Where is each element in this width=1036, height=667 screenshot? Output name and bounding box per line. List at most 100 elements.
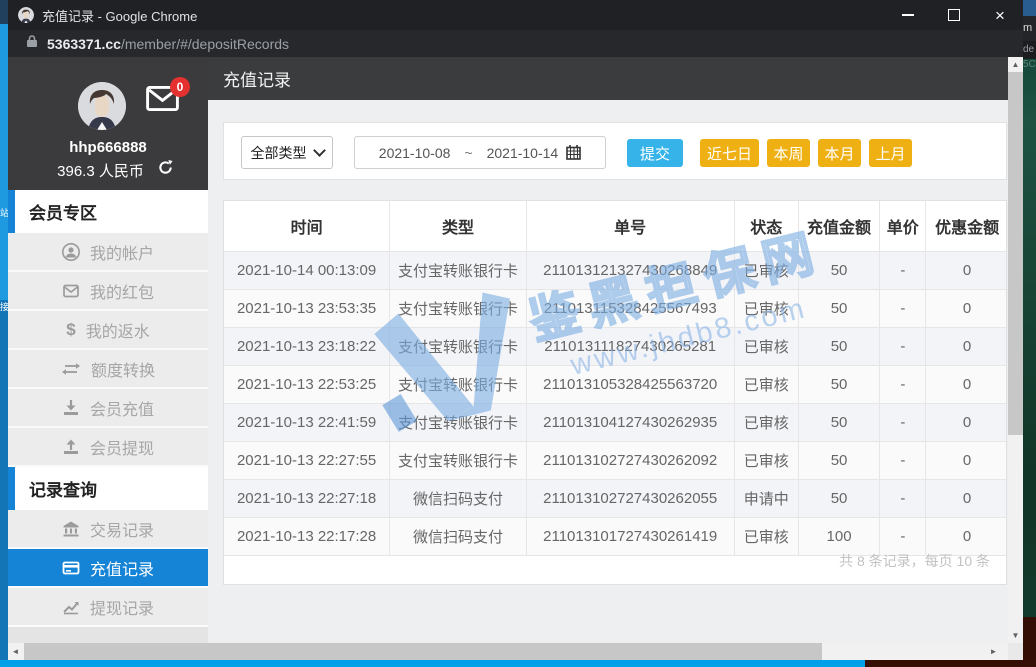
chevron-down-icon <box>313 144 326 157</box>
table-row: 2021-10-13 22:27:55 支付宝转账银行卡 21101310272… <box>224 442 1007 480</box>
vertical-scrollbar[interactable]: ▲ ▼ <box>1008 57 1023 643</box>
col-time: 时间 <box>224 201 390 252</box>
records-table: 时间 类型 单号 状态 充值金额 单价 优惠金额 赠送金额 2021-10-14… <box>224 201 1007 556</box>
sidebar-item-my-red-packet[interactable]: 我的红包 <box>8 272 208 311</box>
calendar-icon[interactable] <box>566 145 581 160</box>
scroll-left-arrow-icon[interactable]: ◄ <box>8 643 23 660</box>
date-from: 2021-10-08 <box>379 145 451 161</box>
minimize-icon <box>902 14 914 16</box>
sidebar-item-member-deposit[interactable]: 会员充值 <box>8 389 208 428</box>
date-range-input[interactable]: 2021-10-08 ~ 2021-10-14 <box>354 136 606 169</box>
page: 0 hhp666888 396.3 人民币 会员专区 我的帐户 <box>8 57 1023 643</box>
table-row: 2021-10-13 22:17:28 微信扫码支付 2110131017274… <box>224 518 1007 556</box>
desktop: 站 接 m de 5C 充值记录 - Google Chrome × <box>0 0 1036 667</box>
withdraw-icon <box>62 438 80 456</box>
url-domain: 5363371.cc <box>47 36 121 52</box>
window-controls: × <box>885 0 1023 30</box>
last-month-button[interactable]: 上月 <box>869 139 912 167</box>
desktop-edge-bottom <box>8 660 1036 667</box>
url-path: /member/#/depositRecords <box>121 36 289 52</box>
card-icon <box>62 559 80 577</box>
sidebar-item-deposit-records[interactable]: 充值记录 <box>8 549 208 588</box>
vertical-scrollbar-thumb[interactable] <box>1008 72 1023 435</box>
username: hhp666888 <box>8 139 208 156</box>
sidebar-item-label: 充值记录 <box>90 556 154 580</box>
sidebar-item-transaction-records[interactable]: 交易记录 <box>8 510 208 549</box>
scrollbar-corner <box>1008 643 1023 660</box>
sidebar-item-my-rebate[interactable]: $ 我的返水 <box>8 311 208 350</box>
content-header: 充值记录 <box>208 57 1008 100</box>
close-button[interactable]: × <box>977 0 1023 30</box>
main-content: 充值记录 全部类型 2021-10-08 ~ 2021-10-14 提交 近七日 <box>208 57 1008 643</box>
last-seven-days-button[interactable]: 近七日 <box>700 139 759 167</box>
status-badge: 已审核 <box>734 252 798 290</box>
red-packet-icon <box>62 282 80 300</box>
section-header-records: 记录查询 <box>8 467 208 510</box>
sidebar-item-label: 交易记录 <box>90 517 154 541</box>
refresh-balance-icon[interactable] <box>158 160 173 180</box>
maximize-button[interactable] <box>931 0 977 30</box>
table-row: 2021-10-13 22:41:59 支付宝转账银行卡 21101310412… <box>224 404 1007 442</box>
type-select-value: 全部类型 <box>251 143 307 163</box>
site-favicon-icon <box>18 7 34 23</box>
table-row: 2021-10-13 23:53:35 支付宝转账银行卡 21101311532… <box>224 290 1007 328</box>
sidebar-item-label: 额度转换 <box>91 357 155 381</box>
status-badge: 已审核 <box>734 404 798 442</box>
date-separator: ~ <box>464 145 472 161</box>
this-week-button[interactable]: 本周 <box>767 139 810 167</box>
avatar[interactable] <box>78 82 126 130</box>
status-badge: 已审核 <box>734 442 798 480</box>
submit-button[interactable]: 提交 <box>627 139 683 167</box>
record-count-summary: 共 8 条记录，每页 10 条 <box>839 551 990 571</box>
col-order-no: 单号 <box>526 201 734 252</box>
scroll-down-arrow-icon[interactable]: ▼ <box>1008 628 1023 643</box>
user-icon <box>62 243 80 261</box>
status-badge: 已审核 <box>734 290 798 328</box>
col-amount: 充值金额 <box>798 201 879 252</box>
lock-icon <box>26 34 38 53</box>
sidebar-item-label: 会员提现 <box>90 435 154 459</box>
col-unit-price: 单价 <box>880 201 926 252</box>
col-type: 类型 <box>390 201 527 252</box>
profile-panel: 0 hhp666888 396.3 人民币 <box>8 57 208 190</box>
page-url: 5363371.cc/member/#/depositRecords <box>47 36 289 52</box>
table-row: 2021-10-13 22:27:18 微信扫码支付 2110131027274… <box>224 480 1007 518</box>
filter-bar: 全部类型 2021-10-08 ~ 2021-10-14 提交 近七日 本周 本… <box>223 122 1007 180</box>
scroll-up-arrow-icon[interactable]: ▲ <box>1008 57 1023 72</box>
sidebar-item-quota-transfer[interactable]: 额度转换 <box>8 350 208 389</box>
records-table-card: 时间 类型 单号 状态 充值金额 单价 优惠金额 赠送金额 2021-10-14… <box>223 200 1007 585</box>
dollar-icon: $ <box>66 321 75 338</box>
horizontal-scrollbar[interactable]: ◄ ► <box>8 643 1023 660</box>
sidebar-item-label: 我的红包 <box>90 279 154 303</box>
col-status: 状态 <box>734 201 798 252</box>
horizontal-scrollbar-thumb[interactable] <box>24 643 822 660</box>
sidebar: 0 hhp666888 396.3 人民币 会员专区 我的帐户 <box>8 57 208 643</box>
type-select[interactable]: 全部类型 <box>241 136 333 169</box>
sidebar-item-member-withdraw[interactable]: 会员提现 <box>8 428 208 467</box>
scroll-right-arrow-icon[interactable]: ► <box>986 643 1001 660</box>
section-header-member-zone: 会员专区 <box>8 190 208 233</box>
page-title: 充值记录 <box>223 66 291 91</box>
browser-window: 充值记录 - Google Chrome × 5363371.cc/member… <box>8 0 1023 660</box>
chart-icon <box>62 598 80 616</box>
deposit-icon <box>62 399 80 417</box>
status-badge: 申请中 <box>734 480 798 518</box>
sidebar-item-label: 会员充值 <box>90 396 154 420</box>
table-header-row: 时间 类型 单号 状态 充值金额 单价 优惠金额 赠送金额 <box>224 201 1007 252</box>
close-icon: × <box>995 7 1005 24</box>
sidebar-item-withdraw-records[interactable]: 提现记录 <box>8 588 208 627</box>
address-bar[interactable]: 5363371.cc/member/#/depositRecords <box>8 30 1023 57</box>
table-row: 2021-10-13 22:53:25 支付宝转账银行卡 21101310532… <box>224 366 1007 404</box>
minimize-button[interactable] <box>885 0 931 30</box>
table-row: 2021-10-13 23:18:22 支付宝转账银行卡 21101311182… <box>224 328 1007 366</box>
status-badge: 已审核 <box>734 366 798 404</box>
table-row: 2021-10-14 00:13:09 支付宝转账银行卡 21101312132… <box>224 252 1007 290</box>
sidebar-item-my-account[interactable]: 我的帐户 <box>8 233 208 272</box>
status-badge: 已审核 <box>734 518 798 556</box>
browser-titlebar: 充值记录 - Google Chrome × <box>8 0 1023 30</box>
sidebar-item-label: 提现记录 <box>90 595 154 619</box>
mail-badge: 0 <box>170 77 190 97</box>
transfer-icon <box>61 360 81 378</box>
window-title: 充值记录 - Google Chrome <box>42 6 197 25</box>
this-month-button[interactable]: 本月 <box>818 139 861 167</box>
